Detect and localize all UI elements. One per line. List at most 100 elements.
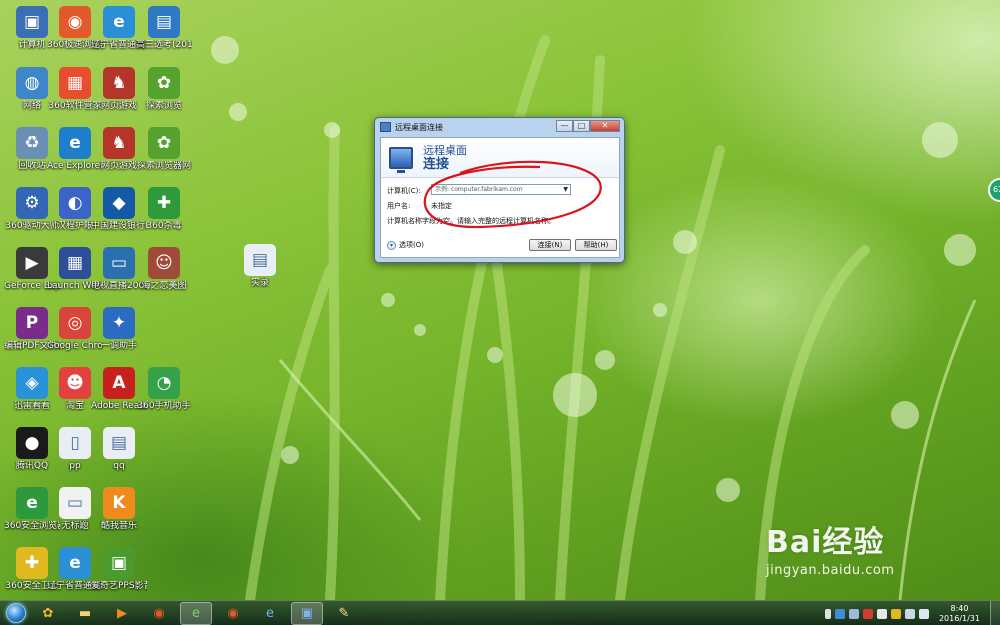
driver-master-icon: ⚙: [16, 187, 48, 219]
web-game-2-icon: ♞: [103, 127, 135, 159]
connect-button[interactable]: 连接(N): [529, 239, 571, 251]
assistant-icon: ✦: [103, 307, 135, 339]
red-circle-annotation: [423, 160, 602, 229]
desktop-shortcut[interactable]: ✿ 探索浏览器网: [136, 127, 192, 189]
pdf-editor-icon: P: [16, 307, 48, 339]
ie-shortcut-2-icon: e: [59, 547, 91, 579]
minimize-button[interactable]: —: [556, 120, 573, 132]
dialog-title: 远程桌面连接: [395, 122, 443, 132]
taskbar-explorer-icon[interactable]: ▬: [69, 602, 101, 625]
tray-volume-icon[interactable]: [918, 608, 929, 619]
user-label: 用户名:: [387, 202, 411, 210]
desktop-shortcut[interactable]: ☺ 海之恋美图: [136, 247, 192, 309]
desktop-shortcut[interactable]: ◔ 360手机助手: [136, 367, 192, 429]
taobao-icon: ☻: [59, 367, 91, 399]
file-pp-icon: ▯: [59, 427, 91, 459]
desktop-shortcut[interactable]: ✚ 360杀毒: [136, 187, 192, 249]
desktop-shortcut-label: 酷我音乐: [100, 521, 137, 531]
watermark-brand: Bai经验: [766, 525, 885, 560]
windows-orb-icon: [6, 603, 26, 623]
security-guard-icon: ✚: [16, 547, 48, 579]
ie-shortcut-icon: e: [103, 6, 135, 38]
desktop-shortcut[interactable]: ▤ qq: [91, 427, 147, 489]
kuwo-icon: K: [103, 487, 135, 519]
start-button[interactable]: [0, 601, 32, 625]
doc-shilu-icon: ▤: [244, 244, 276, 276]
maximize-button[interactable]: □: [573, 120, 590, 132]
desktop-shortcut-label: 海之恋美图: [141, 281, 187, 291]
options-toggle[interactable]: ▾ 选项(O): [387, 240, 424, 250]
taskbar-360-speed-browser-icon[interactable]: ◉: [217, 602, 249, 625]
desktop-shortcut-label: 实录: [250, 278, 269, 288]
remote-desktop-app-icon: [380, 122, 391, 132]
desktop-shortcut[interactable]: ▤ 高三选考(2016)计划...: [136, 6, 192, 68]
tray-arrow-icon[interactable]: [824, 608, 831, 619]
taskbar-ie-icon[interactable]: e: [254, 602, 286, 625]
desktop-shortcut-label: 360杀毒: [146, 221, 182, 231]
taskbar-360-icon[interactable]: ✿: [32, 602, 64, 625]
desktop-shortcut[interactable]: ▤ 实录: [232, 244, 288, 306]
phone-assistant-icon: ◔: [148, 367, 180, 399]
options-label: 选项(O): [399, 241, 424, 249]
computer-icon: ▣: [16, 6, 48, 38]
tray-display-icon[interactable]: [876, 608, 887, 619]
clock-date: 2016/1/31: [938, 613, 980, 623]
show-desktop-button[interactable]: [990, 601, 1000, 625]
explore-icon: ✿: [148, 67, 180, 99]
launcher-icon: ▦: [59, 247, 91, 279]
desktop-shortcut[interactable]: ✦ 一调助手: [91, 307, 147, 369]
clock-time: 8:40: [950, 603, 969, 613]
computer-label: 计算机(C):: [387, 187, 421, 195]
ccb-icon: ◆: [103, 187, 135, 219]
desktop-shortcut[interactable]: K 酷我音乐: [91, 487, 147, 549]
clock[interactable]: 8:40 2016/1/31: [939, 604, 980, 624]
photo-icon: ☺: [148, 247, 180, 279]
desktop-shortcut-label: 探索浏览: [145, 101, 182, 111]
taskbar-browser-icon[interactable]: ◉: [143, 602, 175, 625]
browser-360-icon: ◉: [59, 6, 91, 38]
chrome-icon: ◎: [59, 307, 91, 339]
web-game-icon: ♞: [103, 67, 135, 99]
thunder-icon: ◈: [16, 367, 48, 399]
close-button[interactable]: ✕: [590, 120, 620, 132]
explore-2-icon: ✿: [148, 127, 180, 159]
software-manager-icon: ▦: [59, 67, 91, 99]
adobe-reader-icon: A: [103, 367, 135, 399]
desktop-shortcut-label: 爱奇艺PPS影音: [91, 581, 147, 591]
tray-flag-icon[interactable]: [862, 608, 873, 619]
tray-shield-icon[interactable]: [890, 608, 901, 619]
desktop-shortcut-label: 一调助手: [100, 341, 137, 351]
watermark-url: jingyan.baidu.com: [766, 563, 895, 578]
baidu-watermark: Bai经验 jingyan.baidu.com: [766, 517, 894, 578]
qq-icon: ●: [16, 427, 48, 459]
tray-help-icon[interactable]: [834, 608, 845, 619]
tv-icon: ▭: [103, 247, 135, 279]
taskbar-media-player-icon[interactable]: ▶: [106, 602, 138, 625]
system-tray: 8:40 2016/1/31: [824, 601, 1000, 625]
taskbar-paint-icon[interactable]: ✎: [328, 602, 360, 625]
desktop-shortcut-label: qq: [113, 461, 125, 471]
untitled-icon: ▭: [59, 487, 91, 519]
desktop-shortcut[interactable]: ✿ 探索浏览: [136, 67, 192, 129]
iqiyi-icon: ▣: [103, 547, 135, 579]
desktop-shortcut-label: 360手机助手: [137, 401, 191, 411]
network-icon: ◍: [16, 67, 48, 99]
help-button[interactable]: 帮助(H): [575, 239, 617, 251]
table-doc-icon: ▤: [148, 6, 180, 38]
desktop-shortcut-label: 高三选考(2016)计划...: [136, 40, 192, 50]
tray-action-center-icon[interactable]: [904, 608, 915, 619]
eye-care-icon: ◐: [59, 187, 91, 219]
ace-explorer-icon: e: [59, 127, 91, 159]
taskbar-360-safe-browser-icon[interactable]: e: [180, 601, 212, 625]
file-qq-icon: ▤: [103, 427, 135, 459]
tray-network-icon[interactable]: [848, 608, 859, 619]
expand-arrow-icon: ▾: [387, 240, 396, 250]
geforce-icon: ▶: [16, 247, 48, 279]
taskbar: ✿ ▬ ▶ ◉ e ◉ e ▣ ✎ 8:40 2016/1/31: [0, 600, 1000, 625]
taskbar-remote-desktop-icon[interactable]: ▣: [291, 601, 323, 625]
desktop-shortcut-label: 探索浏览器网: [136, 161, 191, 171]
recycle-bin-icon: ♻: [16, 127, 48, 159]
monitor-icon: [389, 146, 413, 173]
browser-360-safe-icon: e: [16, 487, 48, 519]
antivirus-icon: ✚: [148, 187, 180, 219]
